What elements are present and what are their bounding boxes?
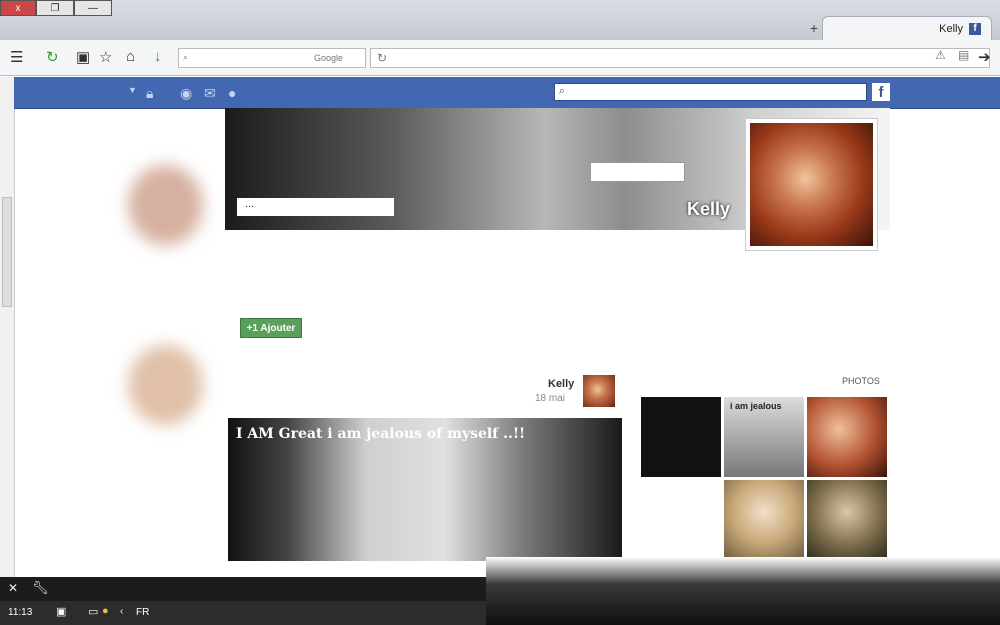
photo-thumbnail[interactable] [807,397,887,477]
home-icon[interactable]: ⌂ [126,48,135,65]
monitor-icon[interactable]: ▭ [88,605,98,618]
refresh-green-icon[interactable]: ↻ [46,48,59,66]
photo-thumbnail[interactable] [641,397,721,477]
search-input[interactable]: ⌕ Google [178,48,366,68]
facebook-logo[interactable]: f [872,83,890,101]
briefcase-icon[interactable]: ▣ [76,48,90,66]
menu-icon[interactable]: ☰ [10,48,23,66]
globe-icon[interactable]: ◉ [180,85,192,102]
chevron-icon[interactable]: ‹ [120,606,123,617]
close-icon: x [15,2,21,14]
warning-icon: ⚠ [935,48,946,62]
star-icon[interactable]: ☆ [99,48,112,66]
cover-button-box[interactable] [590,162,685,182]
blurred-overlay [486,557,1000,625]
search-placeholder: Google [314,53,344,63]
extensions-icon[interactable]: ▤ [958,48,969,62]
thumbnail-caption: i am jealous [730,401,782,411]
reload-icon[interactable]: ↻ [377,51,387,65]
forward-arrow-icon[interactable]: ➔ [978,48,991,66]
photo-thumbnail[interactable]: i am jealous [724,397,804,477]
tab-title: Kelly [939,22,963,35]
wrench-icon[interactable]: 🔧︎ [32,580,49,596]
window-titlebar: x ❐ — + Kelly f [0,0,1000,40]
language-indicator[interactable]: FR [136,607,149,618]
photos-section-title[interactable]: PHOTOS [842,376,880,386]
profile-picture-image [750,123,873,246]
search-icon: ⌕ [183,52,189,62]
app-icon[interactable]: ● [102,605,109,617]
blurred-ad-image [128,345,203,425]
search-icon: ⌕ [559,85,566,97]
taskbar: 11:13 ▣ ▭ ● ‹ FR [0,601,486,625]
post-date[interactable]: 18 mai [535,393,565,404]
add-friend-button[interactable]: +1 Ajouter [240,318,302,338]
photo-thumbnail[interactable] [724,480,804,560]
blurred-ad-image [128,165,203,245]
profile-picture[interactable] [745,118,878,251]
cover-text-box: ... [237,198,394,216]
minimize-window-button[interactable]: — [74,0,112,16]
lock-icon[interactable]: 🔒︎ [146,85,153,102]
close-window-button[interactable]: x [0,0,36,16]
close-icon[interactable]: ✕ [8,581,18,595]
facebook-search-input[interactable]: ⌕ [554,83,867,101]
browser-toolbar: ☰ ↻ ▣ ☆ ⌂ ↓ ⌕ Google ↻ ⚠ ▤ ➔ [0,40,1000,76]
facebook-f-icon: f [969,22,981,35]
post-author-avatar[interactable] [583,375,615,407]
facebook-top-bar: ▼ 🔒︎ ◉ ✉ ● ⌕ f [14,77,1000,109]
tray-icon[interactable]: ▣ [56,605,66,618]
messages-icon[interactable]: ✉ [204,85,216,102]
post-author-name[interactable]: Kelly [548,378,574,390]
address-bar[interactable]: ↻ [370,48,990,68]
left-scroll-panel [0,77,15,577]
download-icon[interactable]: ↓ [154,48,162,65]
restore-window-button[interactable]: ❐ [36,0,74,16]
window-controls: x ❐ — [0,0,112,16]
status-bar: ✕ 🔧︎ [0,577,486,601]
scrollbar-handle[interactable] [2,197,12,307]
tab-kelly[interactable]: Kelly f [822,16,992,40]
photo-thumbnail[interactable] [807,480,887,560]
profile-name[interactable]: Kelly [687,199,730,220]
minimize-icon: — [88,2,98,14]
friends-icon[interactable]: ● [228,85,236,101]
post-image[interactable]: I AM Great i am jealous of myself ..!! [228,418,622,561]
post-image-caption: I AM Great i am jealous of myself ..!! [236,426,526,442]
dropdown-arrow-icon[interactable]: ▼ [128,85,137,95]
taskbar-time[interactable]: 11:13 [8,607,32,618]
new-tab-button[interactable]: + [810,20,818,36]
restore-icon: ❐ [50,2,60,14]
